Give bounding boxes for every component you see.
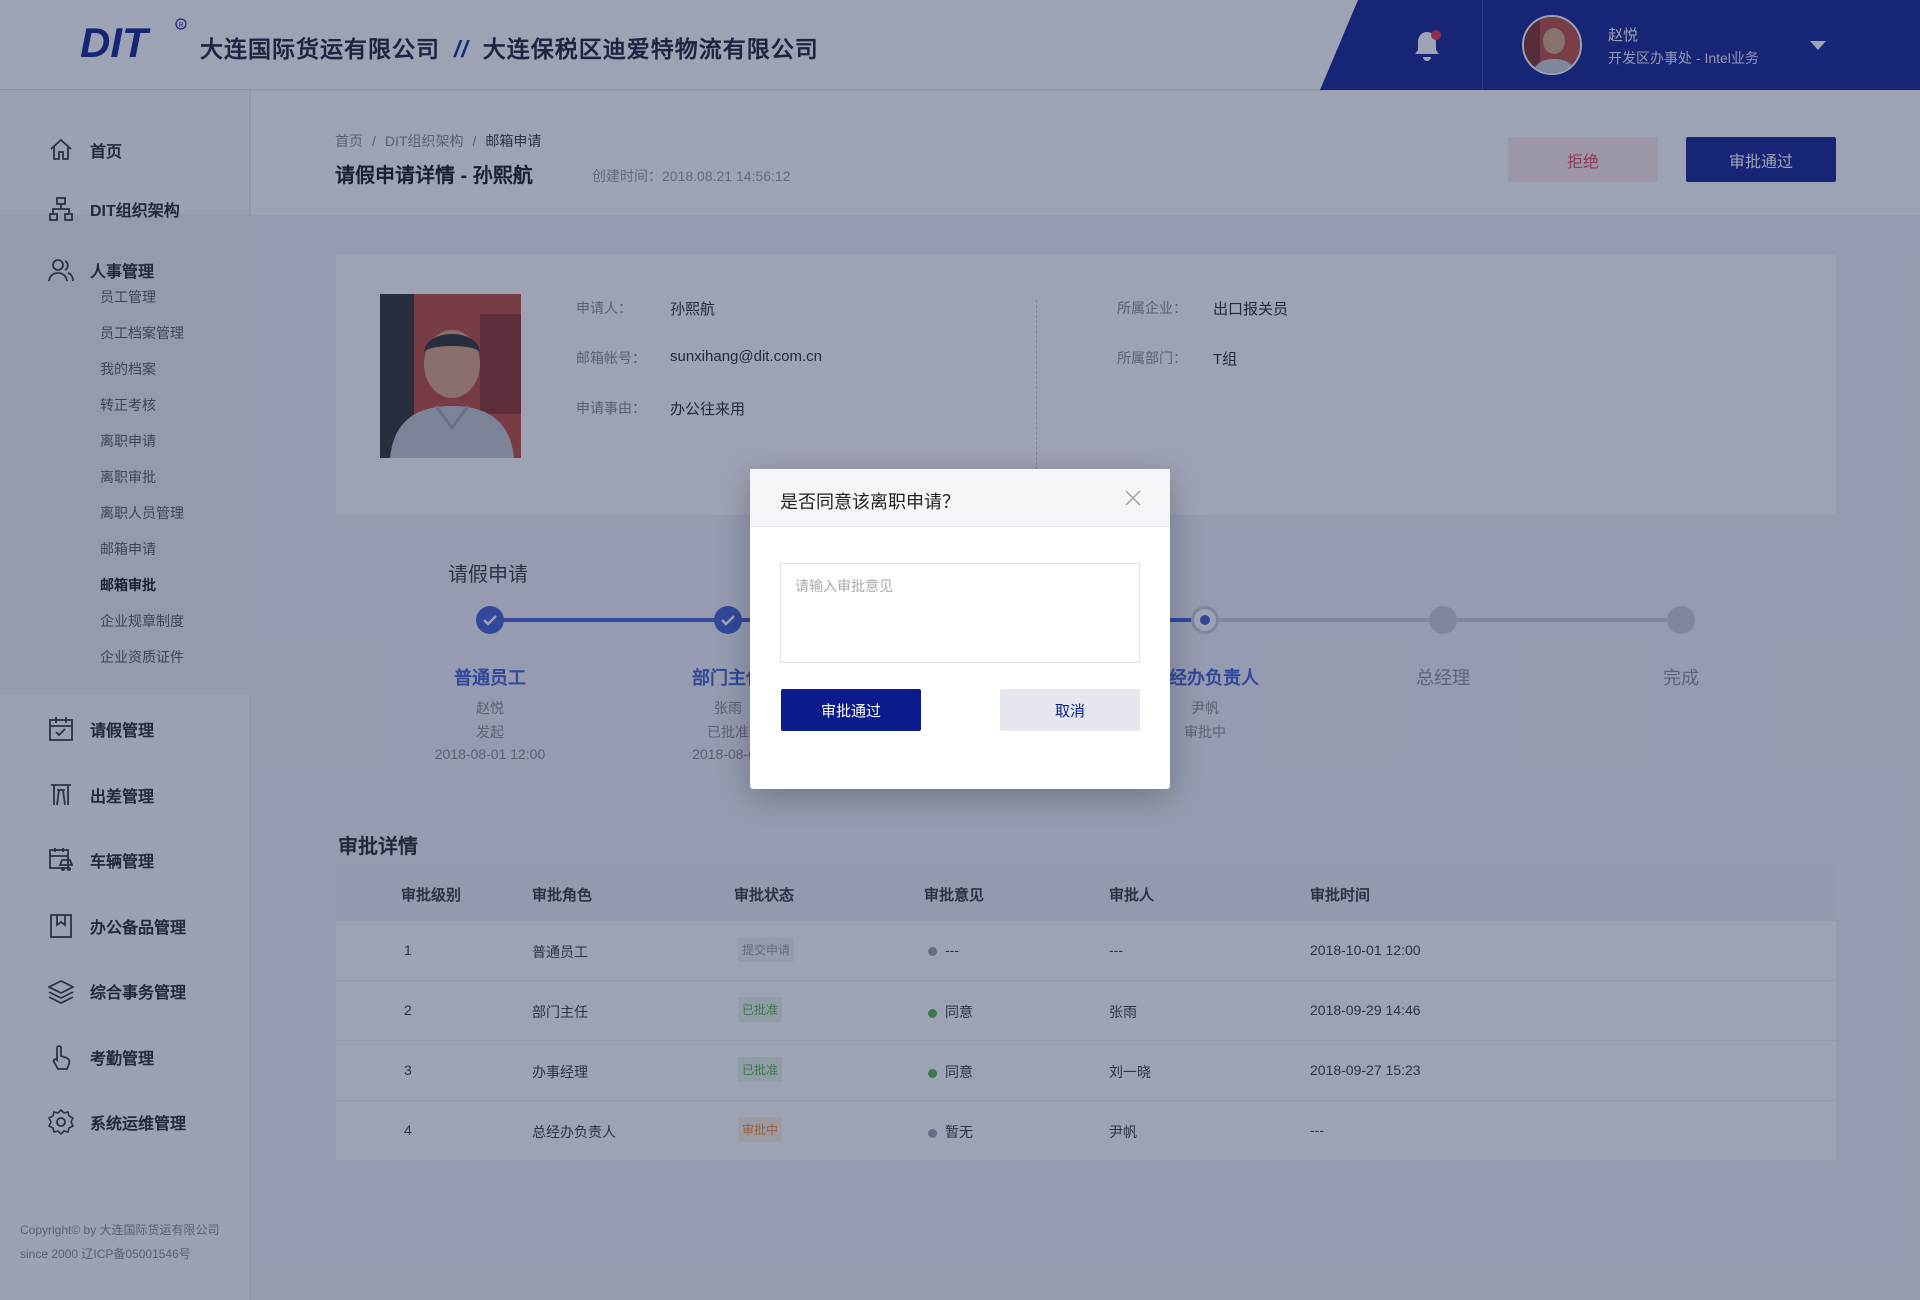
dialog-cancel-button[interactable]: 取消 bbox=[1000, 689, 1140, 731]
opinion-input[interactable] bbox=[780, 563, 1140, 663]
dialog-approve-button[interactable]: 审批通过 bbox=[781, 689, 921, 731]
close-icon[interactable] bbox=[1124, 489, 1142, 507]
dialog-title: 是否同意该离职申请？ bbox=[780, 492, 960, 512]
approval-dialog: 是否同意该离职申请？ 审批通过 取消 bbox=[750, 469, 1170, 789]
dialog-header: 是否同意该离职申请？ bbox=[750, 469, 1170, 527]
